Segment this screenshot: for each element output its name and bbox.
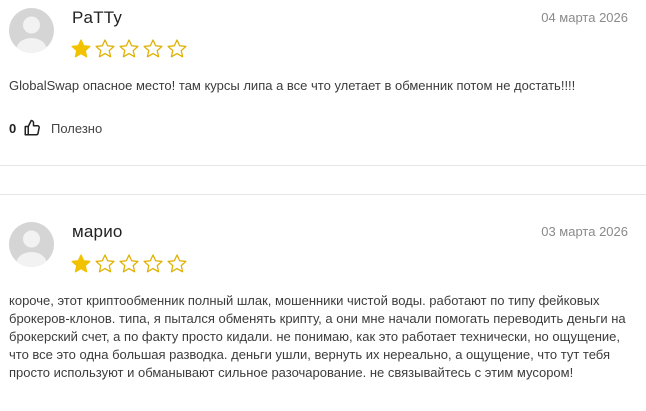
review-date: 04 марта 2026 xyxy=(541,10,628,25)
review-text: короче, этот криптообменник полный шлак,… xyxy=(9,293,626,380)
review-text: GlobalSwap опасное место! там курсы липа… xyxy=(9,78,576,93)
review-author: PaTTy xyxy=(72,8,123,27)
star-icon xyxy=(71,39,91,58)
avatar xyxy=(9,8,54,53)
star-icon xyxy=(71,254,91,273)
user-avatar-icon xyxy=(16,16,47,53)
star-icon xyxy=(167,254,187,273)
user-avatar-icon xyxy=(16,230,47,267)
thumbs-up-icon[interactable] xyxy=(23,119,41,137)
star-icon xyxy=(95,254,115,273)
rating-stars xyxy=(70,253,188,275)
review-author: марио xyxy=(72,222,123,241)
review-date: 03 марта 2026 xyxy=(541,224,628,239)
divider xyxy=(0,194,646,195)
star-icon xyxy=(143,254,163,273)
rating-stars xyxy=(70,38,188,60)
star-icon xyxy=(95,39,115,58)
divider xyxy=(0,165,646,166)
star-icon xyxy=(143,39,163,58)
star-icon xyxy=(167,39,187,58)
helpful-button[interactable]: Полезно xyxy=(51,121,102,136)
like-row: 0 Полезно xyxy=(9,118,102,138)
star-icon xyxy=(119,254,139,273)
star-icon xyxy=(119,39,139,58)
avatar xyxy=(9,222,54,267)
like-count: 0 xyxy=(9,120,17,136)
